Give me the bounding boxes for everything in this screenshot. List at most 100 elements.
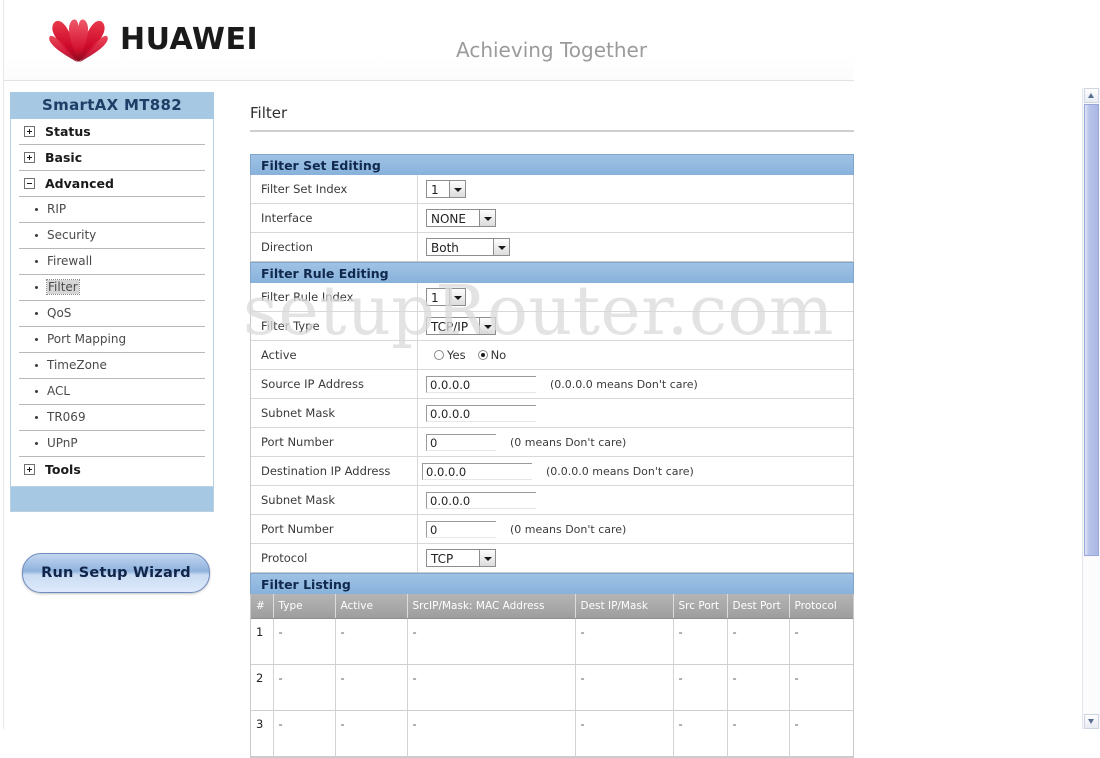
form-row-filter-type: Filter Type TCP/IP — [251, 311, 853, 341]
sidebar-item-upnp[interactable]: UPnP — [19, 431, 205, 457]
cell-dest: - — [575, 618, 674, 665]
form-row-direction: Direction Both — [251, 232, 853, 261]
plus-box-icon[interactable] — [24, 152, 35, 163]
plus-box-icon[interactable] — [24, 464, 35, 475]
active-yes-radio[interactable] — [434, 350, 444, 360]
chevron-down-icon[interactable] — [449, 288, 466, 306]
bullet-icon — [35, 364, 38, 367]
form-row-dest-ip: Destination IP Address 0.0.0.0 (0.0.0.0 m… — [251, 456, 853, 486]
active-no-label: No — [490, 348, 507, 362]
direction-select[interactable]: Both — [426, 238, 510, 256]
source-ip-input[interactable]: 0.0.0.0 — [426, 375, 536, 393]
sidebar-item-port-mapping[interactable]: Port Mapping — [19, 327, 205, 353]
sidebar-group-advanced[interactable]: Advanced — [19, 171, 205, 197]
sidebar-item-rip[interactable]: RIP — [19, 197, 205, 223]
chevron-down-icon[interactable] — [1084, 714, 1099, 729]
scrollbar-track[interactable] — [1084, 557, 1099, 713]
sidebar-device-title: SmartAX MT882 — [10, 92, 214, 119]
sidebar-item-label: TimeZone — [47, 358, 107, 372]
column-header-dest-ip-mask: Dest IP/Mask — [575, 594, 674, 619]
huawei-logo: HUAWEI — [48, 17, 263, 63]
form-row-dest-port: Port Number 0 (0 means Don't care) — [251, 514, 853, 544]
interface-select[interactable]: NONE — [426, 209, 496, 227]
cell-dest-port: - — [727, 618, 790, 665]
chevron-down-icon[interactable] — [479, 209, 496, 227]
cell-dest-port: - — [727, 710, 790, 757]
bullet-icon — [35, 442, 38, 445]
cell-type: - — [273, 710, 336, 757]
cell-active: - — [335, 710, 408, 757]
dest-ip-hint: (0.0.0.0 means Don't care) — [546, 464, 694, 478]
filter-rule-index-select[interactable]: 1 — [426, 288, 466, 306]
plus-box-icon[interactable] — [24, 126, 35, 137]
chevron-up-icon[interactable] — [1084, 88, 1099, 103]
row-label: Direction — [251, 232, 418, 261]
form-row-protocol: Protocol TCP — [251, 543, 853, 572]
sidebar-item-firewall[interactable]: Firewall — [19, 249, 205, 275]
column-header-dest-port: Dest Port — [727, 594, 790, 619]
select-value: TCP — [431, 552, 454, 566]
chevron-down-icon[interactable] — [493, 238, 510, 256]
page-title: Filter — [250, 104, 288, 122]
sidebar-group-basic[interactable]: Basic — [19, 145, 205, 171]
source-port-input[interactable]: 0 — [426, 433, 496, 451]
table-row[interactable]: 3 - - - - - - - — [251, 710, 853, 757]
table-row[interactable]: 2 - - - - - - - — [251, 664, 853, 711]
filter-type-select[interactable]: TCP/IP — [426, 317, 496, 335]
chevron-down-icon[interactable] — [479, 317, 496, 335]
run-setup-wizard-button[interactable]: Run Setup Wizard — [22, 553, 210, 593]
row-label: Interface — [251, 203, 418, 233]
sidebar-item-label: Security — [47, 228, 97, 242]
cell-protocol: - — [789, 618, 853, 665]
filter-set-index-select[interactable]: 1 — [426, 180, 466, 198]
chevron-down-icon[interactable] — [449, 180, 466, 198]
column-header-type: Type — [273, 594, 336, 619]
form-row-source-ip: Source IP Address 0.0.0.0 (0.0.0.0 means … — [251, 369, 853, 399]
select-value: NONE — [431, 212, 466, 226]
sidebar-group-tools[interactable]: Tools — [19, 457, 205, 482]
sidebar-item-security[interactable]: Security — [19, 223, 205, 249]
row-label: Filter Set Index — [251, 175, 418, 204]
header-slogan: Achieving Together — [456, 38, 648, 62]
minus-box-icon[interactable] — [24, 178, 35, 189]
chevron-down-icon[interactable] — [479, 549, 496, 567]
cell-index: 3 — [251, 710, 274, 757]
protocol-select[interactable]: TCP — [426, 549, 496, 567]
row-label: Protocol — [251, 543, 418, 572]
scrollbar-thumb[interactable] — [1084, 104, 1099, 556]
active-yes-label: Yes — [447, 348, 466, 362]
sidebar-item-tr069[interactable]: TR069 — [19, 405, 205, 431]
sidebar-item-label: UPnP — [47, 436, 78, 450]
sidebar-item-filter[interactable]: Filter — [19, 275, 205, 301]
source-subnet-mask-input[interactable]: 0.0.0.0 — [426, 404, 536, 422]
row-label: Source IP Address — [251, 369, 418, 399]
sidebar-item-timezone[interactable]: TimeZone — [19, 353, 205, 379]
sidebar-item-acl[interactable]: ACL — [19, 379, 205, 405]
cell-dest-port: - — [727, 664, 790, 711]
column-header-active: Active — [335, 594, 408, 619]
cell-index: 2 — [251, 664, 274, 711]
table-row[interactable]: 1 - - - - - - - — [251, 618, 853, 665]
select-value: 1 — [431, 183, 439, 197]
page-left-rule — [3, 0, 4, 729]
cell-src-port: - — [673, 710, 728, 757]
filter-set-editing-panel: Filter Set Index 1 Interface NONE Direct… — [250, 175, 854, 262]
form-row-filter-rule-index: Filter Rule Index 1 — [251, 283, 853, 312]
bullet-icon — [35, 286, 38, 289]
sidebar-item-label: TR069 — [47, 410, 86, 424]
sidebar-group-label: Tools — [45, 462, 81, 477]
cell-active: - — [335, 664, 408, 711]
cell-type: - — [273, 618, 336, 665]
active-no-radio[interactable] — [477, 350, 488, 360]
dest-subnet-mask-input[interactable]: 0.0.0.0 — [426, 491, 536, 509]
sidebar-group-status[interactable]: Status — [19, 119, 205, 145]
dest-port-input[interactable]: 0 — [426, 520, 496, 538]
filter-set-editing-heading: Filter Set Editing — [250, 154, 854, 175]
dest-ip-input[interactable]: 0.0.0.0 — [422, 462, 532, 480]
brand-wordmark: HUAWEI — [120, 22, 259, 57]
vertical-scrollbar[interactable] — [1082, 88, 1100, 729]
cell-dest: - — [575, 710, 674, 757]
cell-src-port: - — [673, 618, 728, 665]
bullet-icon — [35, 312, 38, 315]
sidebar-item-qos[interactable]: QoS — [19, 301, 205, 327]
